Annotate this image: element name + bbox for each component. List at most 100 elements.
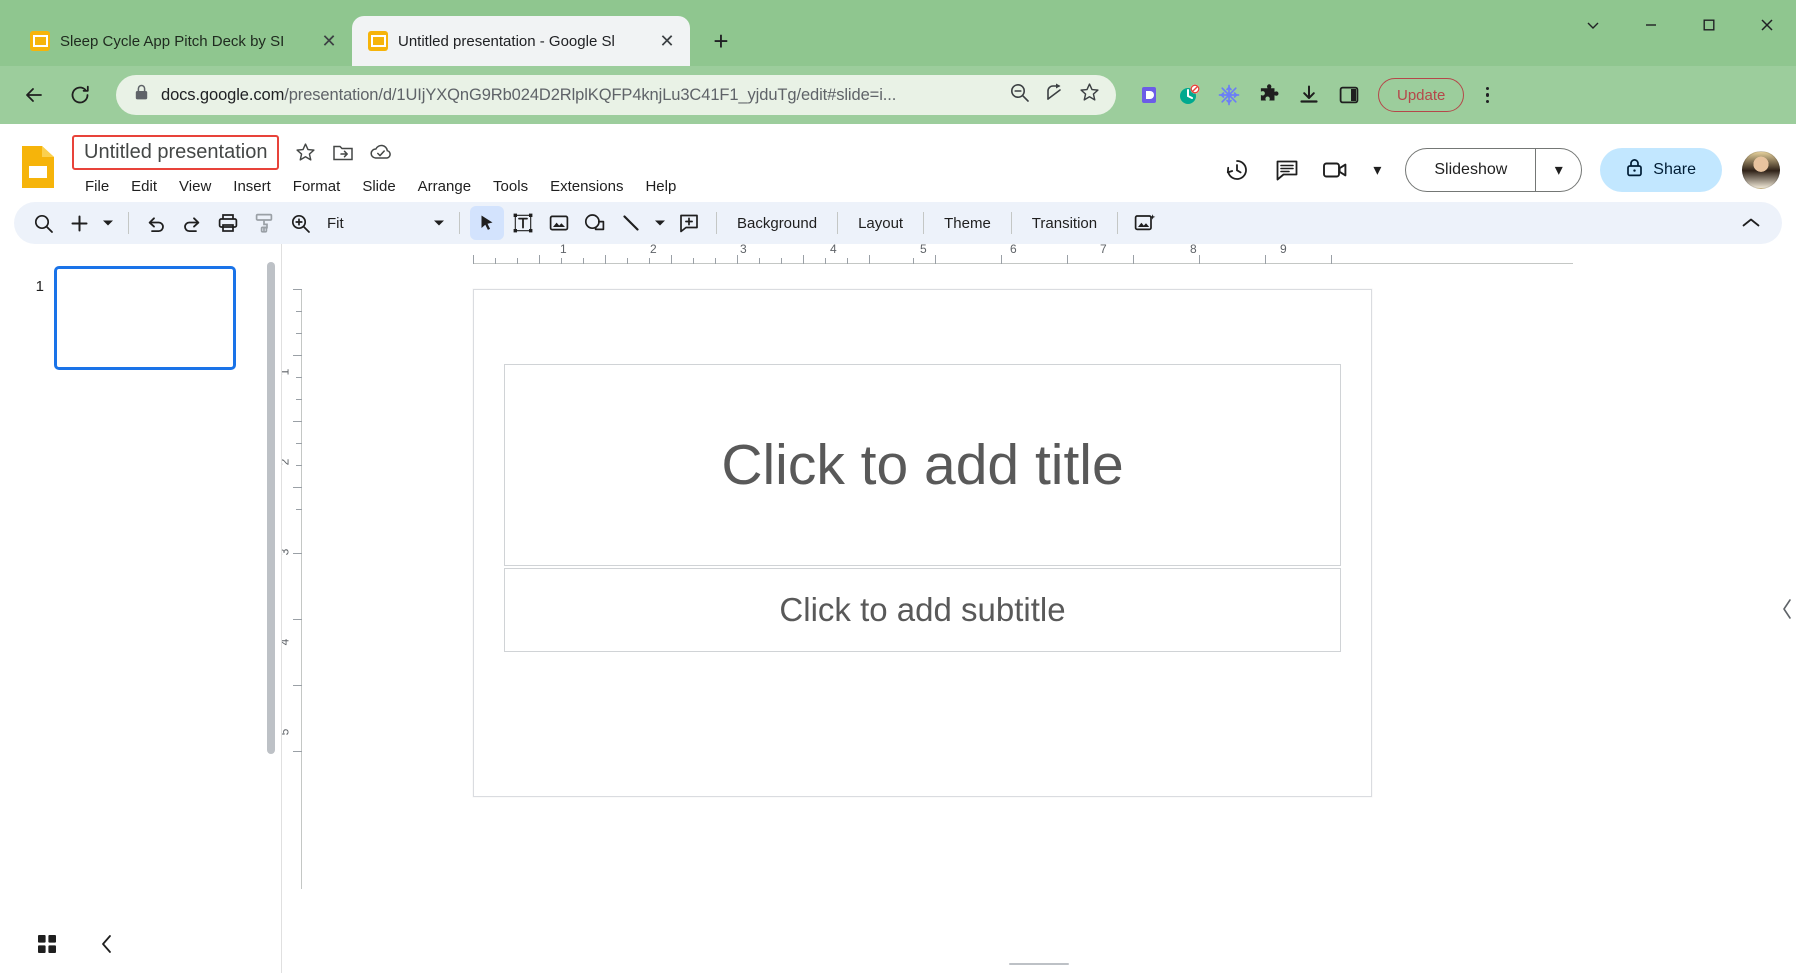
toolbar-divider: [459, 212, 460, 234]
cursor-select-icon[interactable]: [470, 206, 504, 240]
toolbar-divider: [923, 212, 924, 234]
collapse-filmstrip-icon[interactable]: [94, 931, 120, 957]
filmstrip-scrollbar[interactable]: [267, 262, 275, 754]
ai-image-icon[interactable]: [1128, 206, 1162, 240]
google-slides-logo-icon: [18, 144, 58, 190]
slides-favicon: [368, 31, 388, 51]
meet-caret-icon[interactable]: ▾: [1365, 148, 1389, 192]
toolbar-divider: [1011, 212, 1012, 234]
background-button[interactable]: Background: [727, 215, 827, 232]
slide-editor-canvas[interactable]: Click to add title Click to add subtitle: [473, 289, 1372, 797]
subtitle-placeholder[interactable]: Click to add subtitle: [504, 568, 1341, 652]
meet-camera-icon[interactable]: [1315, 148, 1359, 192]
slide-thumbnail-1[interactable]: [54, 266, 236, 370]
close-icon[interactable]: ✕: [654, 28, 680, 54]
menu-arrange[interactable]: Arrange: [407, 174, 482, 199]
maximize-icon[interactable]: [1680, 0, 1738, 50]
slide-thumbnail-list: 1: [0, 244, 281, 915]
version-history-icon[interactable]: [1215, 148, 1259, 192]
grid-view-icon[interactable]: [34, 931, 60, 957]
download-icon[interactable]: [1296, 82, 1322, 108]
text-box-icon[interactable]: [506, 206, 540, 240]
menu-slide[interactable]: Slide: [351, 174, 406, 199]
close-window-icon[interactable]: [1738, 0, 1796, 50]
back-icon[interactable]: [14, 75, 54, 115]
zoom-level-label[interactable]: Fit: [319, 215, 383, 232]
zoom-caret-icon[interactable]: [429, 206, 449, 240]
toolbar-divider: [1117, 212, 1118, 234]
theme-button[interactable]: Theme: [934, 215, 1001, 232]
document-title[interactable]: Untitled presentation: [72, 135, 279, 170]
menu-file[interactable]: File: [74, 174, 120, 199]
menu-format[interactable]: Format: [282, 174, 352, 199]
share-button[interactable]: Share: [1600, 148, 1722, 192]
undo-icon[interactable]: [139, 206, 173, 240]
menu-help[interactable]: Help: [634, 174, 687, 199]
extension-icons: [1136, 82, 1362, 108]
insert-image-icon[interactable]: [542, 206, 576, 240]
close-icon[interactable]: ✕: [316, 28, 342, 54]
slideshow-button[interactable]: Slideshow: [1406, 149, 1535, 191]
new-slide-caret-icon[interactable]: [98, 206, 118, 240]
browser-tab-1[interactable]: Sleep Cycle App Pitch Deck by SI ✕: [14, 16, 352, 66]
line-caret-icon[interactable]: [650, 206, 670, 240]
menu-edit[interactable]: Edit: [120, 174, 168, 199]
slide-filmstrip: 1: [0, 244, 282, 973]
url-host: docs.google.com: [161, 86, 284, 104]
adblock-extension[interactable]: [1176, 82, 1202, 108]
side-panel-icon[interactable]: [1336, 82, 1362, 108]
zoom-icon[interactable]: [283, 206, 317, 240]
chevron-down-icon[interactable]: [1564, 0, 1622, 50]
slides-toolbar: Fit: [14, 202, 1782, 244]
url-path: /presentation/d/1UIjYXQnG9Rb024D2RlplKQF…: [284, 86, 896, 104]
lock-icon: [134, 84, 149, 106]
star-icon[interactable]: [293, 140, 317, 164]
search-icon[interactable]: [26, 206, 60, 240]
browser-tab-2[interactable]: Untitled presentation - Google Sl ✕: [352, 16, 690, 66]
filmstrip-footer: [0, 915, 281, 973]
new-tab-button[interactable]: +: [704, 24, 738, 58]
user-avatar[interactable]: [1742, 151, 1780, 189]
snowflake-extension[interactable]: [1216, 82, 1242, 108]
toolbar-divider: [716, 212, 717, 234]
title-placeholder[interactable]: Click to add title: [504, 364, 1341, 566]
bookmark-star-icon[interactable]: [1079, 82, 1100, 108]
browser-menu-icon[interactable]: [1474, 87, 1500, 104]
move-to-folder-icon[interactable]: [331, 140, 355, 164]
slides-favicon: [30, 31, 50, 51]
expand-panel-icon[interactable]: [1780, 586, 1796, 632]
tab-title: Untitled presentation - Google Sl: [398, 33, 644, 50]
comment-icon[interactable]: [1265, 148, 1309, 192]
menu-view[interactable]: View: [168, 174, 222, 199]
menu-tools[interactable]: Tools: [482, 174, 539, 199]
paint-format-icon[interactable]: [247, 206, 281, 240]
cloud-saved-icon[interactable]: [369, 140, 393, 164]
slide-number: 1: [26, 266, 44, 295]
puzzle-extension[interactable]: [1256, 82, 1282, 108]
share-link-icon[interactable]: [1044, 82, 1065, 108]
browser-window: Sleep Cycle App Pitch Deck by SI ✕ Untit…: [0, 0, 1796, 973]
reload-icon[interactable]: [60, 75, 100, 115]
line-icon[interactable]: [614, 206, 648, 240]
new-slide-button[interactable]: [62, 206, 96, 240]
docs-offline-extension[interactable]: [1136, 82, 1162, 108]
add-comment-icon[interactable]: [672, 206, 706, 240]
transition-button[interactable]: Transition: [1022, 215, 1107, 232]
menu-insert[interactable]: Insert: [222, 174, 282, 199]
vertical-ruler[interactable]: 1 2 3 4 5: [282, 244, 310, 973]
zoom-out-icon[interactable]: [1009, 82, 1030, 108]
redo-icon[interactable]: [175, 206, 209, 240]
shape-icon[interactable]: [578, 206, 612, 240]
minimize-icon[interactable]: [1622, 0, 1680, 50]
update-button[interactable]: Update: [1378, 78, 1464, 112]
speaker-notes-handle[interactable]: [1009, 963, 1069, 965]
print-icon[interactable]: [211, 206, 245, 240]
url-bar[interactable]: docs.google.com/presentation/d/1UIjYXQnG…: [116, 75, 1116, 115]
menu-extensions[interactable]: Extensions: [539, 174, 634, 199]
slide-thumbnail-row[interactable]: 1: [0, 266, 281, 370]
slideshow-caret-icon[interactable]: ▾: [1535, 149, 1581, 191]
collapse-toolbar-icon[interactable]: [1734, 206, 1768, 240]
url-bar-actions: [1009, 82, 1104, 108]
horizontal-ruler[interactable]: 1 2 3 4 5: [282, 244, 1796, 272]
layout-button[interactable]: Layout: [848, 215, 913, 232]
